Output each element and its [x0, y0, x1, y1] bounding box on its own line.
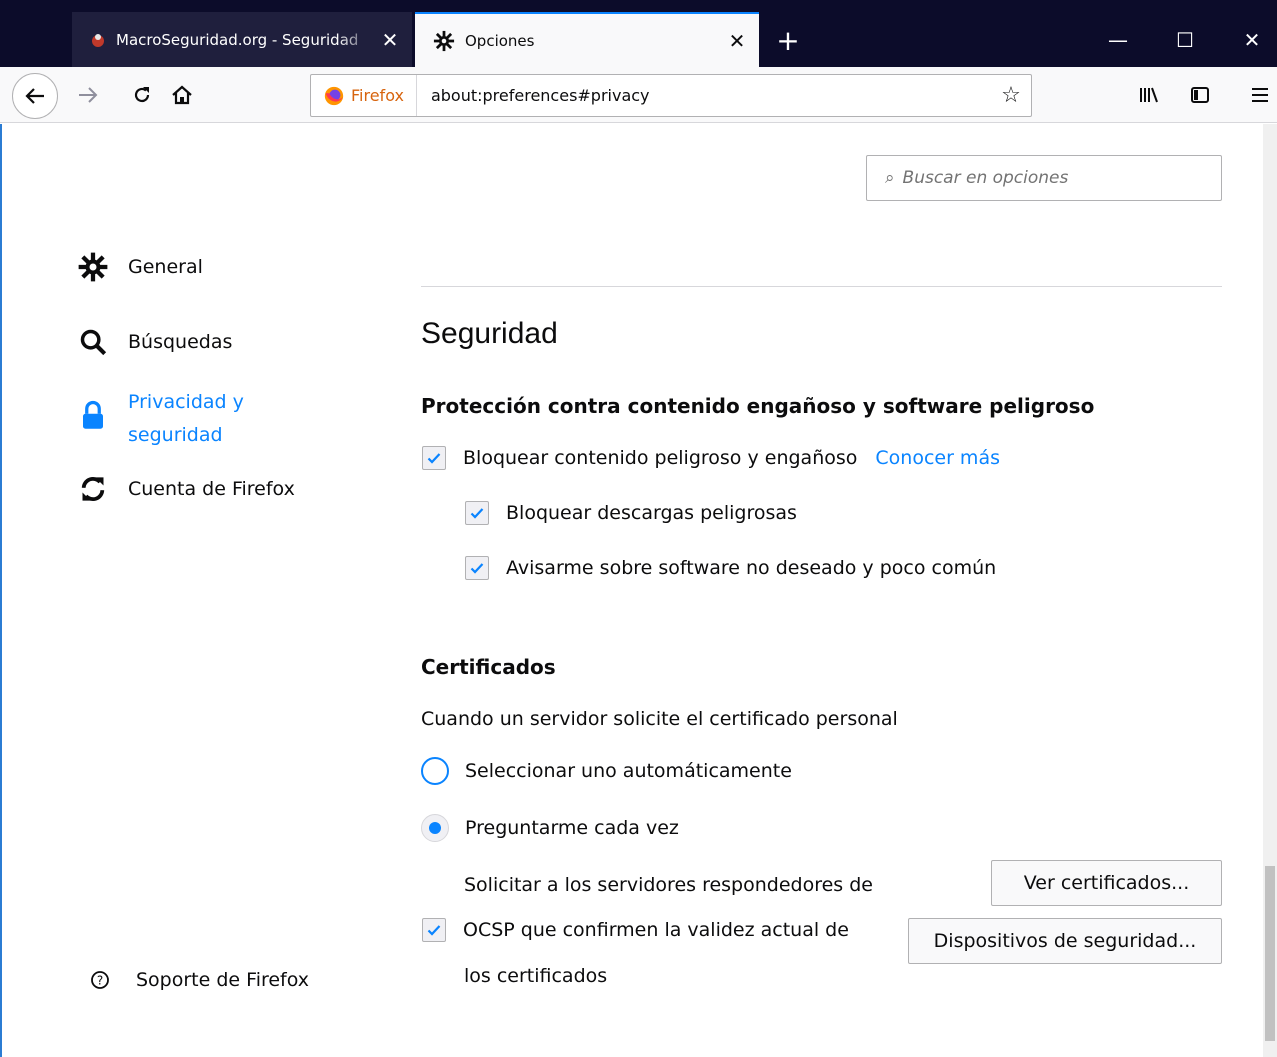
protection-heading: Protección contra contenido engañoso y s…: [421, 394, 1095, 418]
lock-icon: [78, 400, 108, 430]
close-tab-icon[interactable]: ✕: [723, 27, 751, 55]
sidebar-item-busquedas[interactable]: Búsquedas: [78, 327, 232, 357]
ocsp-checkbox[interactable]: [422, 918, 446, 942]
gear-icon: [433, 30, 455, 51]
block-downloads-label[interactable]: Bloquear descargas peligrosas: [506, 502, 797, 524]
identity-label: Firefox: [351, 86, 404, 105]
radio-ask-label[interactable]: Preguntarme cada vez: [465, 817, 679, 839]
scrollbar-thumb[interactable]: [1265, 866, 1275, 1041]
window-border: [0, 124, 2, 1057]
support-link[interactable]: ? Soporte de Firefox: [90, 969, 309, 991]
sidebar-item-label: General: [128, 256, 203, 278]
support-label: Soporte de Firefox: [136, 969, 310, 991]
block-downloads-row: Bloquear descargas peligrosas: [465, 501, 797, 525]
checkmark-icon: [427, 925, 441, 936]
search-placeholder: Buscar en opciones: [902, 168, 1069, 188]
help-icon: ?: [91, 971, 109, 989]
home-icon: [172, 85, 192, 105]
gear-icon: [78, 252, 108, 282]
section-divider: [421, 286, 1222, 287]
warn-unwanted-row: Avisarme sobre software no deseado y poc…: [465, 556, 996, 580]
svg-text:?: ?: [97, 974, 103, 988]
bookmark-star-icon[interactable]: ☆: [991, 83, 1031, 108]
url-bar[interactable]: Firefox about:preferences#privacy ☆: [310, 74, 1032, 117]
view-certificates-button[interactable]: Ver certificados...: [991, 860, 1222, 906]
radio-dot: [429, 822, 441, 834]
reload-button[interactable]: [122, 75, 162, 115]
close-window-button[interactable]: ✕: [1222, 12, 1277, 67]
menu-button[interactable]: [1240, 75, 1277, 115]
navigation-toolbar: Firefox about:preferences#privacy ☆: [0, 67, 1277, 123]
tab-strip: MacroSeguridad.org - Seguridad ✕ Opcione…: [0, 0, 1277, 67]
tab-title: MacroSeguridad.org - Seguridad: [116, 30, 359, 49]
sidebar-item-privacidad[interactable]: Privacidad y seguridad: [78, 386, 298, 452]
ocsp-line-3: los certificados: [464, 965, 608, 987]
preferences-content: ⌕ Buscar en opciones General Búsquedas P…: [0, 124, 1277, 1057]
ocsp-line-1: Solicitar a los servidores respondedores…: [464, 874, 873, 896]
minimize-button[interactable]: —: [1088, 12, 1148, 67]
back-button[interactable]: [12, 73, 58, 119]
radio-auto-label[interactable]: Seleccionar uno automáticamente: [465, 760, 792, 782]
url-text[interactable]: about:preferences#privacy: [417, 86, 991, 105]
section-title: Seguridad: [421, 317, 558, 350]
sidebar-toggle-button[interactable]: [1180, 75, 1220, 115]
scrollbar[interactable]: [1263, 124, 1277, 1057]
hamburger-menu-icon: [1252, 88, 1268, 102]
sidebar-item-label: Cuenta de Firefox: [128, 478, 295, 500]
radio-auto-select[interactable]: [421, 757, 449, 785]
tab-opciones[interactable]: Opciones ✕: [415, 12, 759, 67]
radio-ask-every-time[interactable]: [421, 814, 449, 842]
forward-arrow-icon: [79, 87, 98, 103]
checkmark-icon: [470, 563, 484, 574]
learn-more-link[interactable]: Conocer más: [875, 447, 1000, 469]
reload-icon: [134, 87, 150, 103]
certificates-heading: Certificados: [421, 655, 556, 679]
sync-icon: [78, 474, 108, 504]
back-arrow-icon: [25, 88, 44, 104]
ocsp-row: OCSP que confirmen la validez actual de: [422, 918, 849, 942]
sidebar-icon: [1191, 87, 1209, 103]
certificates-description: Cuando un servidor solicite el certifica…: [421, 708, 898, 730]
maximize-button[interactable]: ☐: [1155, 12, 1215, 67]
checkmark-icon: [470, 508, 484, 519]
warn-unwanted-label[interactable]: Avisarme sobre software no deseado y poc…: [506, 557, 996, 579]
sidebar-item-label: Búsquedas: [128, 331, 233, 353]
close-tab-icon[interactable]: ✕: [376, 26, 404, 54]
radio-auto-row: Seleccionar uno automáticamente: [421, 757, 792, 785]
security-devices-button[interactable]: Dispositivos de seguridad...: [908, 918, 1222, 964]
tab-macroseguridad[interactable]: MacroSeguridad.org - Seguridad ✕: [72, 12, 412, 67]
sidebar-item-general[interactable]: General: [78, 252, 203, 282]
tab-title: Opciones: [465, 31, 535, 50]
block-dangerous-checkbox[interactable]: [422, 446, 446, 470]
search-icon: [78, 327, 108, 357]
ocsp-label[interactable]: OCSP que confirmen la validez actual de: [463, 919, 849, 941]
block-dangerous-label[interactable]: Bloquear contenido peligroso y engañoso: [463, 447, 857, 469]
checkmark-icon: [427, 453, 441, 464]
macroseguridad-favicon: [92, 33, 104, 47]
new-tab-button[interactable]: +: [768, 20, 808, 60]
search-input[interactable]: ⌕ Buscar en opciones: [866, 155, 1222, 201]
identity-box[interactable]: Firefox: [311, 75, 417, 116]
sidebar-item-label: Privacidad y seguridad: [128, 391, 244, 446]
warn-unwanted-checkbox[interactable]: [465, 556, 489, 580]
library-button[interactable]: [1128, 75, 1168, 115]
search-icon: ⌕: [885, 168, 895, 188]
home-button[interactable]: [162, 75, 202, 115]
firefox-logo-icon: [324, 86, 344, 105]
block-downloads-checkbox[interactable]: [465, 501, 489, 525]
sidebar-item-cuenta[interactable]: Cuenta de Firefox: [78, 474, 295, 504]
forward-button[interactable]: [68, 75, 108, 115]
block-dangerous-row: Bloquear contenido peligroso y engañoso …: [422, 446, 1000, 470]
library-icon: [1140, 87, 1158, 103]
radio-ask-row: Preguntarme cada vez: [421, 814, 679, 842]
